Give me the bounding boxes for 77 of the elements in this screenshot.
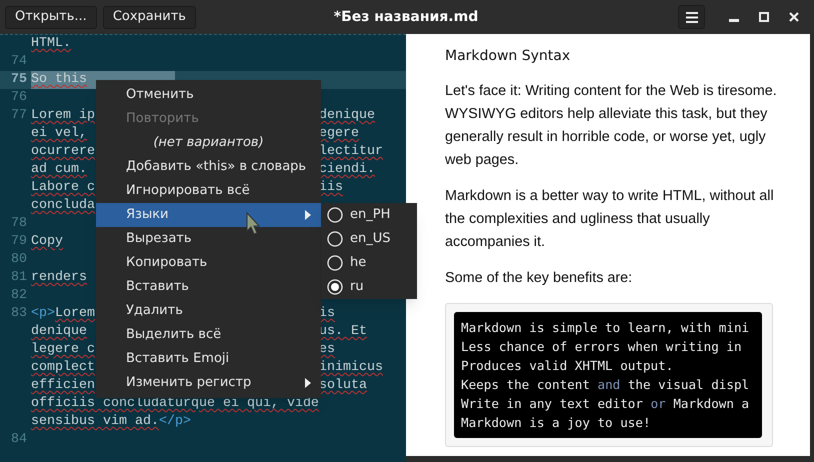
code-text: soluta [319,378,367,393]
code-text: renders [31,270,87,285]
language-radio-item[interactable]: ru [321,275,417,299]
html-tag: <p> [31,306,55,321]
menu-item[interactable]: Вставить [96,275,321,299]
code-text: HTML. [31,36,71,51]
maximize-icon[interactable] [759,12,769,22]
code-text: legere c [31,342,95,357]
menu-item[interactable]: Вырезать [96,227,321,251]
menu-item[interactable]: Игнорировать всё [96,179,321,203]
menu-item[interactable]: Добавить «this» в словарь [96,155,321,179]
code-text: iis [319,180,343,195]
line-number: 77 [10,107,28,125]
menu-item[interactable]: Копировать [96,251,321,275]
code-text: denique [319,108,375,123]
code-text: complect [31,360,95,375]
code-text: lectitur [319,144,383,159]
submenu-arrow-icon [305,210,311,220]
submenu-arrow-icon [305,378,311,388]
line-number: 75 [10,71,28,89]
code-text: is [319,306,335,321]
line-number: 74 [10,53,28,71]
no-suggestions-label: (нет вариантов) [152,134,265,152]
code-text: ei vel, [31,126,87,141]
code-text: ad cum. [31,162,87,177]
preview-paragraph: Let's face it: Writing content for the Web is tiresome. WYSIWYG editors help alleviate this task, but they generally result in horrible code, or worse yet, ugly web pages. [445,82,778,170]
code-text: denique [31,324,87,339]
code-line: Keeps the content and the visual displ [461,376,750,394]
language-radio-item[interactable]: en_US [321,227,417,251]
code-line: Markdown is a joy to use! [461,414,652,432]
code-text: officiis concludaturque ei qui, vide [31,396,319,411]
close-icon[interactable] [789,12,799,22]
code-text: concluda [31,198,95,213]
code-text: So this [31,72,87,87]
menu-item[interactable]: Удалить [96,299,321,323]
radio-button[interactable] [327,231,343,247]
line-number: 76 [10,89,28,107]
menu-icon[interactable] [678,5,705,29]
radio-button[interactable] [327,255,343,271]
window-title: *Без названия.md [332,8,480,26]
code-text: efficien [31,378,95,393]
line-number: 82 [10,287,28,305]
language-radio-item[interactable]: he [321,251,417,275]
menu-item[interactable]: Выделить всё [96,323,321,347]
line-number: 83 [10,305,28,323]
menu-item[interactable]: Отменить [96,83,321,107]
code-line: Produces valid XHTML output. [461,357,674,375]
submenu-item[interactable]: Языки [96,203,321,227]
code-text: sensibus vim ad. [31,414,159,429]
html-tag: </p> [158,414,191,429]
code-text: ciendi. [319,162,375,177]
code-text: ocurrere [31,144,95,159]
radio-button[interactable] [327,207,343,223]
code-line: Markdown is simple to learn, with mini [461,319,750,337]
mouse-pointer-icon [246,212,260,236]
preview-heading: Markdown Syntax [445,47,572,66]
line-number: 81 [10,269,28,287]
code-text: inimicus [319,360,383,375]
code-text: Labore c [31,180,95,195]
line-number: 79 [10,233,28,251]
code-line: Write in any text editor or Markdown a [461,395,750,413]
preview-paragraph: Markdown is a better way to write HTML, without all the complexities and ugliness that usually accompanies it. [445,187,775,252]
submenu-item[interactable]: Изменить регистр [96,371,321,395]
language-radio-item[interactable]: en_PH [321,203,417,227]
line-number: 78 [10,215,28,233]
toolbar-button[interactable]: Сохранить [102,6,196,28]
code-text: Lorem ip [31,108,95,123]
code-text: Copy [31,234,63,249]
code-text: Lorem [55,306,95,321]
code-line: Less chance of errors when writing in [461,338,743,356]
preview-paragraph: Some of the key benefits are: [445,269,634,288]
code-text: egere [319,126,359,141]
radio-button[interactable] [327,279,343,295]
toolbar-button[interactable]: Открыть... [5,6,97,28]
menu-item[interactable]: Вставить Emoji [96,347,321,371]
line-number: 84 [10,431,28,449]
line-number: 80 [10,251,28,269]
